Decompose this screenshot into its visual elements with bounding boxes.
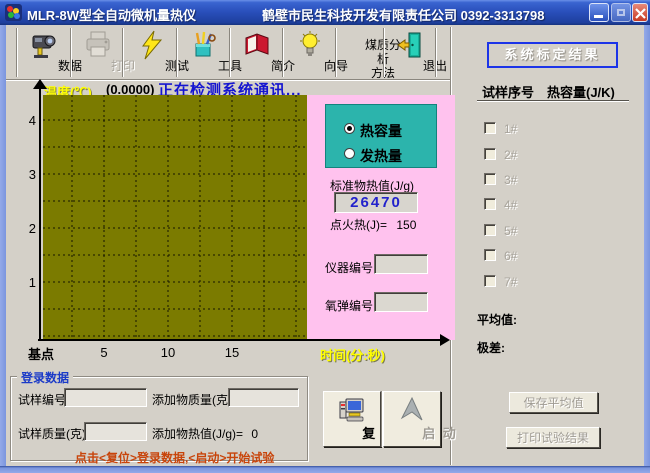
ignition-heat-value: 150 [396,218,416,232]
bomb-no-input[interactable] [374,292,428,312]
minimize-button[interactable] [589,3,609,22]
sample-label: 6# [504,249,517,263]
window-title: MLR-8W型全自动微机量热仪 [27,5,196,24]
tools-icon [190,30,218,60]
additive-mass-input[interactable] [228,388,299,407]
mode-selector-box: 热容量 发热量 [325,104,437,168]
app-window: MLR-8W型全自动微机量热仪 鹤壁市民生科技开发有限责任公司 0392-331… [0,0,650,473]
toolbar-button-test[interactable]: 测试 [124,28,177,77]
origin-label: 基点 [28,344,54,363]
instrument-no-input[interactable] [374,254,428,274]
y-tick: 1 [16,275,36,290]
checkbox-icon [484,173,496,185]
radio-label: 发热量 [360,146,402,166]
x-axis-arrow-icon [440,334,450,346]
sample-no-label: 试样编号 [18,391,66,408]
instrument-no-label: 仪器编号 [325,259,373,276]
toolbar-button-print[interactable]: 打印 [72,28,123,77]
ignition-heat-row: 点火热(J)= 150 [330,216,416,233]
titlebar: MLR-8W型全自动微机量热仪 鹤壁市民生科技开发有限责任公司 0392-331… [0,0,650,25]
radio-label: 热容量 [360,121,402,141]
plot-area [43,95,307,340]
toolbar-separator [435,28,437,77]
x-axis-title: 时间(分:秒) [320,345,385,364]
y-axis-arrow-icon [33,79,47,89]
window-border-right [644,25,650,466]
close-icon [635,8,646,19]
range-label: 极差: [477,339,505,356]
printer-icon [84,30,112,60]
additive-mass-label: 添加物质量(克) [152,391,232,408]
x-tick: 5 [95,345,113,360]
sample-label: 3# [504,173,517,187]
start-button[interactable]: 启 动 [383,391,441,447]
x-axis-line [38,339,442,341]
close-button[interactable] [632,3,648,22]
calibration-title: 系统标定结果 [487,42,618,68]
sample-label: 7# [504,275,517,289]
save-average-button[interactable]: 保存平均值 [509,392,598,413]
additive-heat-value: 0 [251,427,258,441]
standard-heat-value-field[interactable]: 26470 [334,192,418,213]
computer-icon [338,396,366,424]
radio-selected-icon [344,123,355,134]
toolbar-button-exit[interactable]: 退出 [385,28,435,77]
checkbox-icon [484,122,496,134]
maximize-icon [617,9,625,16]
x-tick: 15 [223,345,241,360]
graph-grid [43,95,307,340]
average-label: 平均值: [477,311,517,328]
window-border-left [0,25,6,466]
lightning-icon [137,30,165,60]
toolbar-button-tools[interactable]: 工具 [178,28,230,77]
y-tick: 2 [16,221,36,236]
book-icon [243,30,271,60]
checkbox-icon [484,249,496,261]
y-axis-line [39,88,41,340]
exit-door-icon [396,30,424,60]
start-arrow-icon [398,396,426,424]
sample-label: 1# [504,122,517,136]
header-underline [477,100,629,102]
sample-label: 4# [504,198,517,212]
additive-heat-row: 添加物热值(J/g)= 0 [152,425,258,442]
login-data-title: 登录数据 [17,369,73,386]
sample-label: 2# [504,148,517,162]
maximize-button[interactable] [611,3,631,22]
operation-hint: 点击<复位>登录数据,<启动>开始试验 [75,449,274,466]
toolbar-button-wizard[interactable]: 向导 [284,28,336,77]
radio-unselected-icon [344,148,355,159]
sample-label: 5# [504,224,517,238]
x-tick: 10 [159,345,177,360]
window-company-text: 鹤壁市民生科技开发有限责任公司 0392-3313798 [262,5,544,24]
checkbox-icon [484,148,496,160]
start-button-label: 启 动 [412,423,468,442]
additive-heat-label: 添加物热值(J/g)= [152,427,243,441]
checkbox-icon [484,224,496,236]
y-tick: 4 [16,113,36,128]
toolbar-button-coal-analysis[interactable]: 煤质分析 方法 [337,28,383,77]
column-header-capacity: 热容量(J/K) [547,82,615,101]
toolbar-button-intro[interactable]: 简介 [231,28,283,77]
sample-no-input[interactable] [64,388,147,407]
ignition-heat-label: 点火热(J)= [330,218,387,232]
reset-button[interactable]: 复 位 [323,391,381,447]
column-header-sample: 试样序号 [482,82,534,101]
app-icon [5,4,22,21]
checkbox-icon [484,198,496,210]
toolbar-button-data[interactable]: 数据 [18,28,70,77]
camera-icon [30,30,58,60]
print-results-button[interactable]: 打印试验结果 [506,427,600,448]
wizard-bulb-icon [296,30,324,60]
y-tick: 3 [16,167,36,182]
minimize-icon [594,15,603,18]
sample-mass-input[interactable] [84,422,147,441]
bomb-no-label: 氧弹编号 [325,297,373,314]
sample-mass-label: 试样质量(克) [18,425,86,442]
checkbox-icon [484,275,496,287]
window-border-bottom [0,466,650,473]
